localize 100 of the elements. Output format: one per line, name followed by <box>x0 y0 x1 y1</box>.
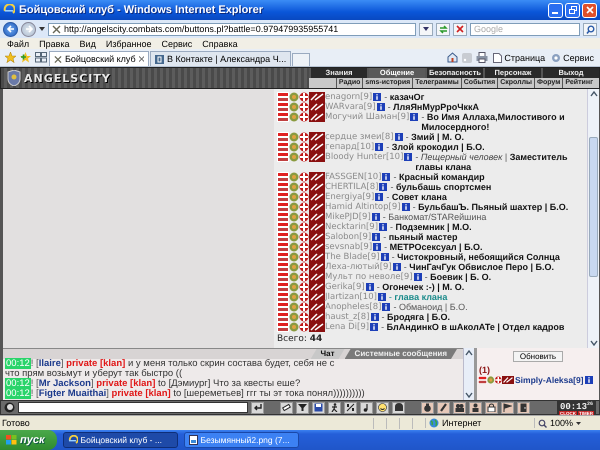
tools-menu-button[interactable]: Сервис <box>551 53 594 63</box>
message-sender[interactable]: ! [Mr Jackson] <box>30 378 94 389</box>
info-icon[interactable] <box>372 233 380 241</box>
toolbar-button[interactable] <box>312 402 325 414</box>
search-button[interactable] <box>583 22 597 36</box>
message-sender[interactable]: ! [Ilaire] <box>30 358 64 369</box>
address-field[interactable]: http://angelscity.combats.com/buttons.pl?battle=0.979479935955741 <box>48 22 416 36</box>
toolbar-button[interactable] <box>344 402 357 414</box>
clan-badges-drawing <box>277 272 325 282</box>
toolbar-button[interactable] <box>501 402 514 414</box>
stop-button[interactable] <box>453 22 467 36</box>
back-button[interactable] <box>3 22 18 36</box>
scrollbar-thumb[interactable] <box>589 137 598 277</box>
browser-tab[interactable]: Бойцовский клуб <box>49 51 149 66</box>
restore-button[interactable] <box>565 2 580 18</box>
scroll-down-icon[interactable] <box>465 392 473 398</box>
refresh-arrows-icon <box>438 24 448 34</box>
info-icon[interactable] <box>382 303 390 311</box>
info-icon[interactable] <box>402 203 410 211</box>
browser-tab[interactable]: В Контакте | Александра Ч... <box>150 51 292 66</box>
info-icon[interactable] <box>370 313 378 321</box>
member-status: - Чистокровный, небоящийся Солнца <box>392 252 561 262</box>
toolbar-button[interactable] <box>437 402 450 414</box>
toolbar-button[interactable] <box>251 402 264 414</box>
info-icon[interactable] <box>414 273 422 281</box>
toolbar-button[interactable] <box>376 402 389 414</box>
clan-badges-drawing <box>277 92 325 102</box>
scrollbar[interactable] <box>587 89 599 348</box>
speaking-head-icon[interactable] <box>4 402 15 413</box>
toolbar-button[interactable] <box>469 402 482 414</box>
chat-tab[interactable]: Системные сообщения <box>344 349 457 359</box>
member-status: - БульбашЪ. Пьяный шахтер | Б.О. <box>412 202 570 212</box>
info-icon[interactable] <box>380 253 389 261</box>
page-menu-button[interactable]: Страница <box>493 53 546 63</box>
address-dropdown-button[interactable] <box>419 22 433 36</box>
toolbar-button[interactable] <box>360 402 373 414</box>
info-icon[interactable] <box>404 153 412 161</box>
close-button[interactable] <box>582 2 597 18</box>
start-button[interactable]: пуск <box>0 430 57 450</box>
printer-icon[interactable] <box>476 52 488 63</box>
info-icon[interactable] <box>382 173 390 181</box>
scroll-down-icon[interactable] <box>590 340 598 346</box>
clan-badges-drawing <box>277 322 325 332</box>
info-icon[interactable] <box>373 93 382 101</box>
info-icon[interactable] <box>379 223 388 231</box>
info-icon[interactable] <box>410 113 418 121</box>
minimize-button[interactable] <box>548 2 563 18</box>
zoom-button[interactable]: 100% <box>534 418 598 428</box>
member-status: - Боевик | Б. О. <box>424 272 492 282</box>
refresh-button[interactable]: Обновить <box>512 351 564 362</box>
info-icon[interactable] <box>378 293 386 301</box>
user-name[interactable]: Simply-Aleksa[9] <box>515 375 584 385</box>
favorites-star-icon[interactable] <box>5 52 16 63</box>
menu-item[interactable]: Избранное <box>100 38 156 48</box>
toolbar-button[interactable] <box>421 402 434 414</box>
search-field[interactable]: Google <box>470 22 580 36</box>
info-icon[interactable] <box>375 193 384 201</box>
info-icon[interactable] <box>392 263 401 271</box>
add-favorite-icon[interactable] <box>20 52 31 63</box>
info-icon[interactable] <box>373 243 382 251</box>
taskbar-item[interactable]: Безымянный2.png (7... <box>184 432 299 448</box>
info-icon[interactable] <box>366 283 374 291</box>
info-icon[interactable] <box>370 323 378 331</box>
chat-tab[interactable]: Чат <box>310 349 345 359</box>
close-icon[interactable] <box>138 56 144 62</box>
clan-badges-drawing <box>277 152 325 162</box>
toolbar-button[interactable] <box>453 402 466 414</box>
toolbar-button[interactable] <box>485 402 498 414</box>
toolbar-button[interactable] <box>328 402 341 414</box>
info-icon[interactable] <box>379 183 388 191</box>
info-icon[interactable] <box>375 143 384 151</box>
toolbar-button[interactable] <box>392 402 405 414</box>
door-icon <box>519 403 528 412</box>
clan-badges-drawing <box>277 132 325 142</box>
taskbar-item[interactable]: Бойцовский клуб - ... <box>62 432 178 448</box>
clan-badges-drawing <box>277 232 325 242</box>
scroll-up-icon[interactable] <box>590 91 598 97</box>
toolbar-button[interactable] <box>517 402 530 414</box>
menu-item[interactable]: Вид <box>74 38 101 48</box>
menu-item[interactable]: Файл <box>2 38 34 48</box>
menu-item[interactable]: Справка <box>197 38 243 48</box>
dropdown-caret-icon[interactable] <box>39 27 45 31</box>
menu-item[interactable]: Правка <box>34 38 75 48</box>
scroll-up-icon[interactable] <box>465 350 473 356</box>
search-icon <box>586 24 594 34</box>
info-icon[interactable] <box>372 213 380 221</box>
menu-item[interactable]: Сервис <box>156 38 198 48</box>
message-sender[interactable]: ! [Figter Muaithai] <box>30 388 109 399</box>
info-icon[interactable] <box>584 376 592 384</box>
tab-list-icon[interactable] <box>35 52 47 63</box>
member-status: - ЧинГачГук Обвислое Перо | Б.О. <box>404 262 555 272</box>
home-icon[interactable] <box>447 52 458 63</box>
clan-badges-drawing <box>277 172 325 182</box>
toolbar-button[interactable] <box>280 402 293 414</box>
info-icon[interactable] <box>394 133 403 141</box>
info-icon[interactable] <box>376 103 385 111</box>
scrollbar[interactable] <box>463 348 474 400</box>
member-status: - Огонечек :-) | М. О. <box>376 282 466 292</box>
chat-input-field[interactable] <box>18 402 248 413</box>
toolbar-button[interactable] <box>296 402 309 414</box>
